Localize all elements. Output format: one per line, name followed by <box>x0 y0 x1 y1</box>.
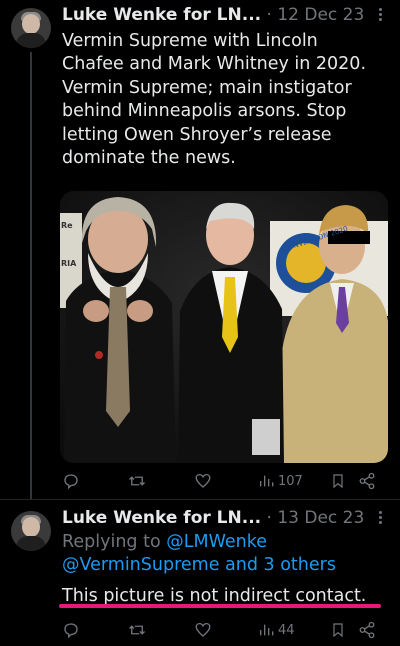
replying-to-line: Replying to @LMWenke <box>62 531 392 554</box>
bookmark-button[interactable] <box>330 619 346 641</box>
share-button[interactable] <box>358 470 376 492</box>
photo-left-sign: RIA <box>61 259 77 268</box>
share-icon <box>359 472 375 490</box>
share-button[interactable] <box>358 619 376 641</box>
reply-button[interactable] <box>62 619 80 641</box>
tweet-photo[interactable]: CONVENTION 2020 RIA Re <box>60 191 388 463</box>
tweet-date[interactable]: 13 Dec 23 <box>277 508 364 528</box>
avatar[interactable] <box>11 8 51 48</box>
views-count: 44 <box>278 622 295 638</box>
retweet-button[interactable] <box>128 470 146 492</box>
tweet-text-line: letting Owen Shroyer’s release <box>62 124 332 145</box>
author-name[interactable]: Luke Wenke for LN... <box>62 508 261 528</box>
tweet-1[interactable]: Luke Wenke for LN... · 12 Dec 23 Vermin … <box>0 0 400 499</box>
replying-prefix: Replying to <box>62 532 167 552</box>
tweet-date[interactable]: 12 Dec 23 <box>277 5 364 25</box>
retweet-icon <box>129 476 145 486</box>
tweet-2[interactable]: Luke Wenke for LN... · 13 Dec 23 Replyin… <box>0 503 400 646</box>
views-icon <box>260 624 274 636</box>
replying-to-line: @VerminSupreme and 3 others <box>62 554 392 577</box>
tweet-text-line: Chafee and Mark Whitney in 2020. <box>62 54 367 75</box>
replying-to: Replying to @LMWenke @VerminSupreme and … <box>62 531 392 578</box>
avatar[interactable] <box>11 511 51 551</box>
like-button[interactable] <box>194 619 212 641</box>
others-link[interactable]: and 3 others <box>219 555 336 575</box>
photo-corner-sign: Re <box>61 221 73 230</box>
reply-button[interactable] <box>62 470 80 492</box>
tweet-header: Luke Wenke for LN... · 12 Dec 23 <box>62 4 392 26</box>
tweet-header: Luke Wenke for LN... · 13 Dec 23 <box>62 507 392 529</box>
retweet-button[interactable] <box>128 619 146 641</box>
retweet-icon <box>129 625 145 635</box>
like-button[interactable] <box>194 470 212 492</box>
tweet-text-line: behind Minneapolis arsons. Stop <box>62 101 347 122</box>
bookmark-icon <box>333 623 343 638</box>
like-icon <box>195 473 211 488</box>
like-icon <box>195 622 211 637</box>
reply-icon <box>64 474 78 490</box>
separator: · <box>261 508 278 528</box>
separator: · <box>261 5 278 25</box>
tweet-text-line: dominate the news. <box>62 148 236 169</box>
tweet-text: Vermin Supreme with Lincoln Chafee and M… <box>62 30 392 170</box>
thread-line <box>30 52 32 499</box>
views-count: 107 <box>278 473 303 489</box>
more-icon[interactable] <box>374 509 386 527</box>
author-name[interactable]: Luke Wenke for LN... <box>62 5 261 25</box>
highlight-underline <box>59 604 381 608</box>
bookmark-icon <box>333 474 343 489</box>
tweet-text-line: Vermin Supreme; main instigator <box>62 77 352 98</box>
divider <box>0 499 400 500</box>
share-icon <box>359 621 375 639</box>
more-icon[interactable] <box>374 6 386 24</box>
tweet-text-line: Vermin Supreme with Lincoln <box>62 31 318 51</box>
views-button[interactable]: 107 <box>258 470 303 492</box>
bookmark-button[interactable] <box>330 470 346 492</box>
tweet-actions: 107 <box>60 470 390 492</box>
reply-icon <box>64 623 78 639</box>
views-button[interactable]: 44 <box>258 619 295 641</box>
mention-link[interactable]: @VerminSupreme <box>62 555 219 575</box>
mention-link[interactable]: @LMWenke <box>166 532 267 552</box>
tweet-actions: 44 <box>60 619 390 641</box>
views-icon <box>260 475 274 487</box>
